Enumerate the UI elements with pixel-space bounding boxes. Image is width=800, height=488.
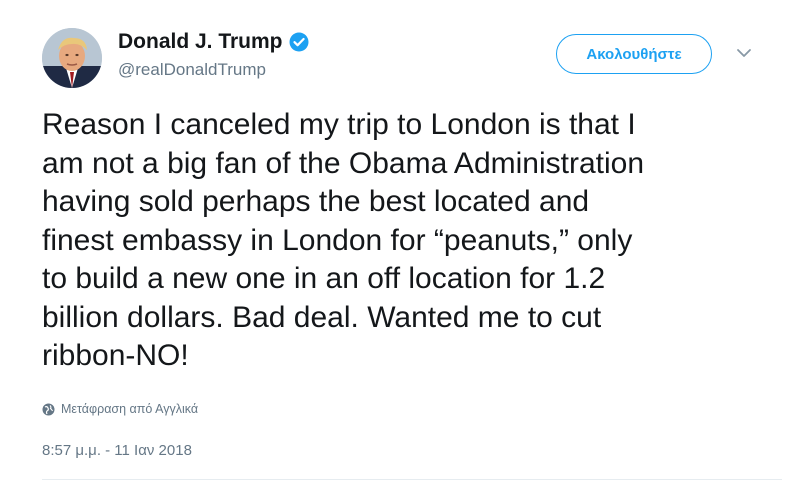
translate-link[interactable]: Μετάφραση από Αγγλικά [42,402,198,416]
tweet-card: Donald J. Trump @realDonaldTrump Ακολουθ… [0,0,800,488]
user-handle[interactable]: @realDonaldTrump [118,60,266,80]
follow-button[interactable]: Ακολουθήστε [556,34,712,74]
globe-icon [42,403,55,416]
tweet-timestamp[interactable]: 8:57 μ.μ. - 11 Ιαν 2018 [42,442,192,459]
tweet-text: Reason I canceled my trip to London is t… [42,108,645,372]
divider [42,479,782,480]
chevron-down-icon[interactable] [736,46,752,58]
name-row: Donald J. Trump [118,30,309,54]
display-name[interactable]: Donald J. Trump [118,30,283,54]
translate-label: Μετάφραση από Αγγλικά [61,402,199,416]
verified-badge-icon [289,32,309,52]
avatar[interactable] [42,28,102,88]
